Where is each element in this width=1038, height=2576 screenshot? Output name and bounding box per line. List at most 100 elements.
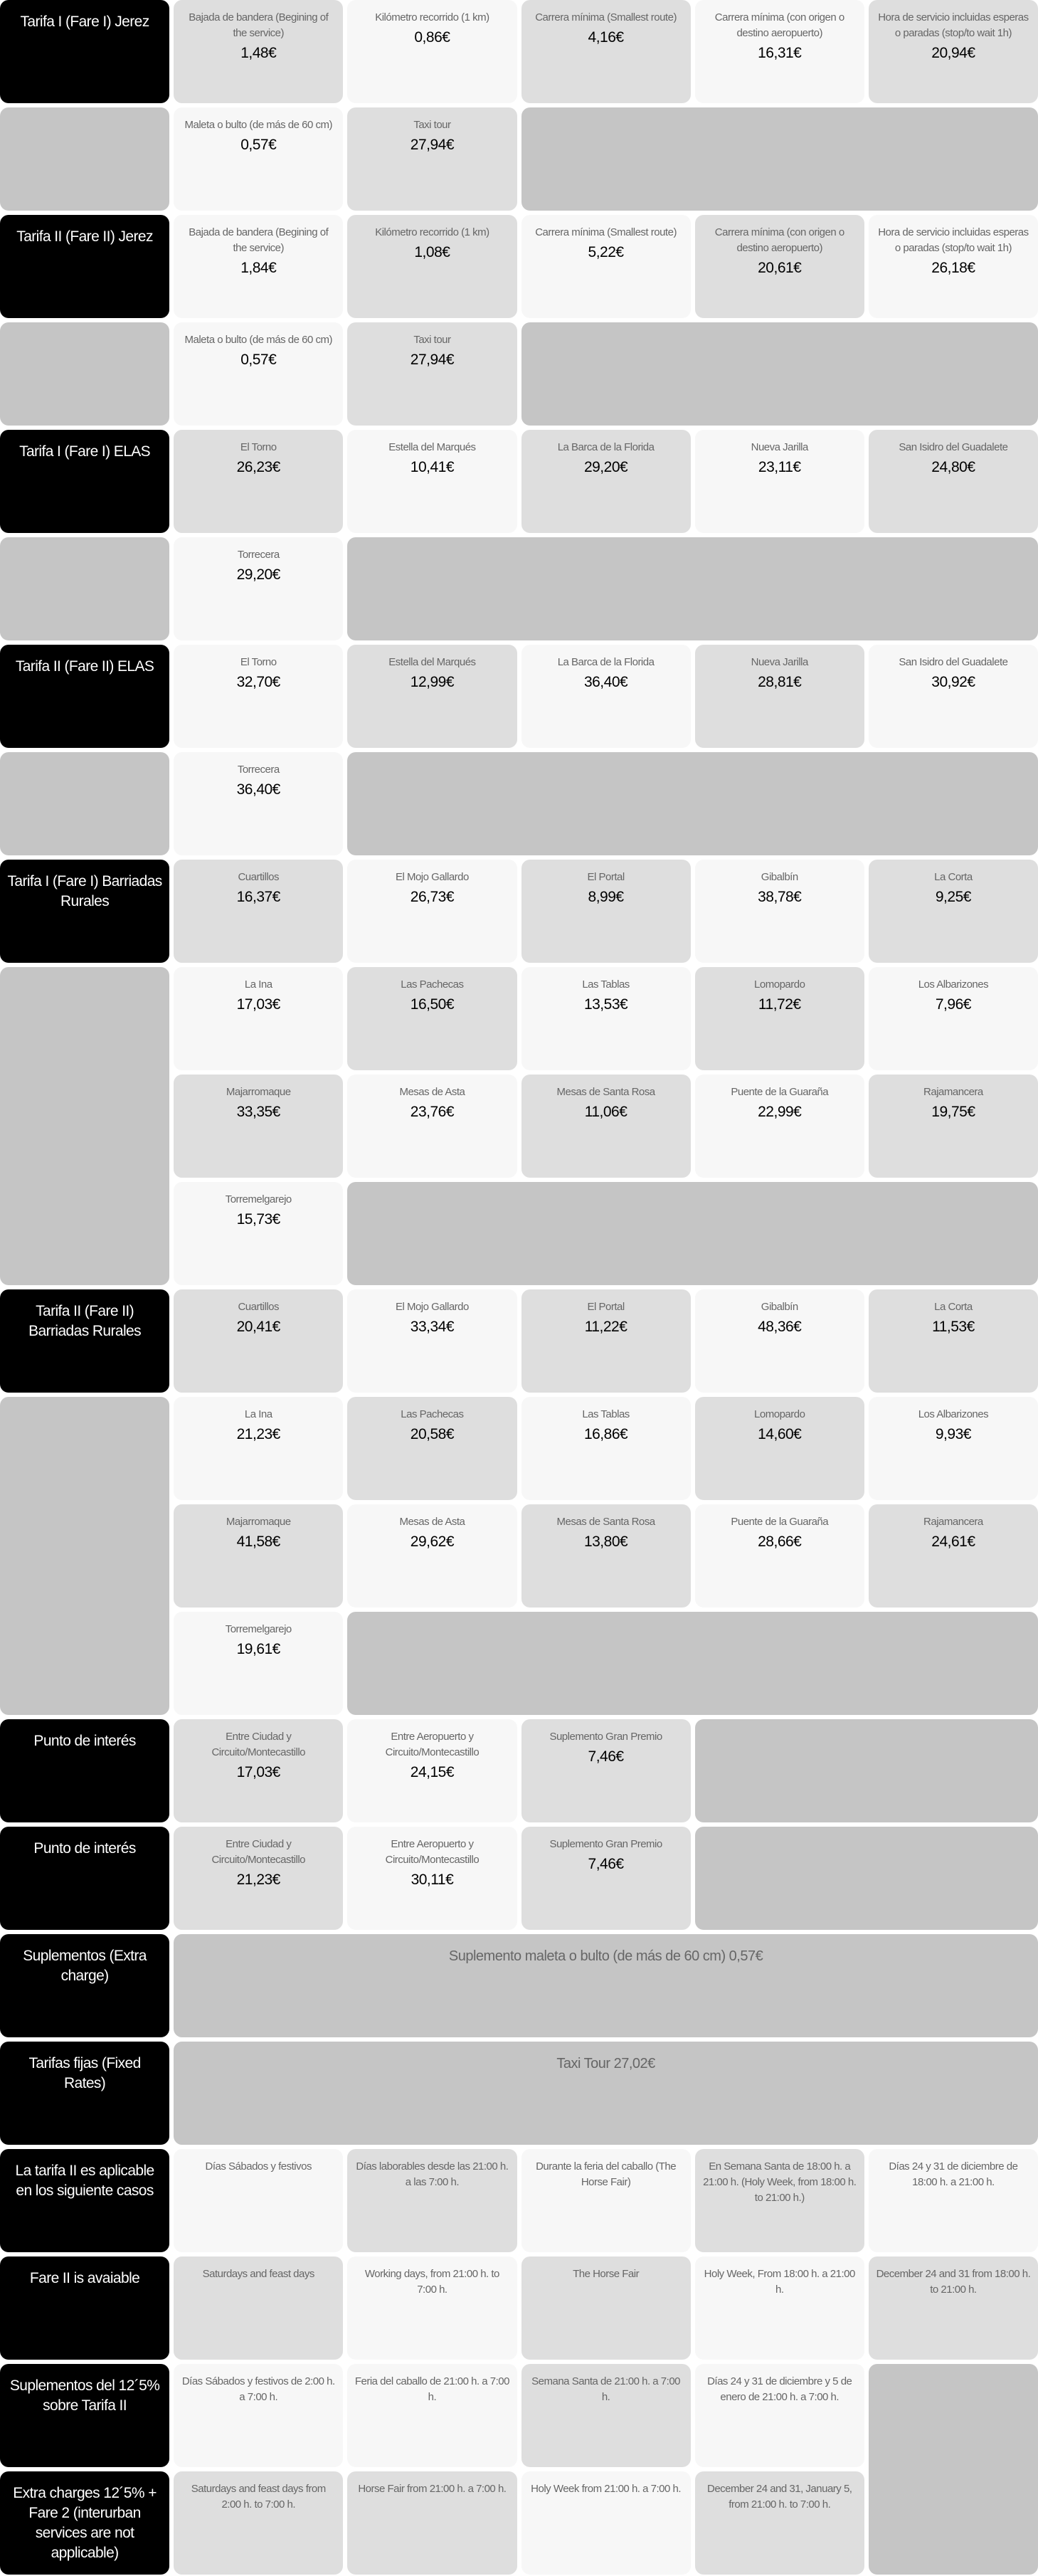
fare-price: 28,81€ [758, 674, 802, 690]
fare-label: Kilómetro recorrido (1 km) [375, 11, 489, 23]
fare-label: Días Sábados y festivos de 2:00 h. a 7:0… [181, 2375, 335, 2403]
group-header: Punto de interés [0, 1827, 170, 1930]
fare-label: Majarromaque [226, 1086, 291, 1098]
fare-cell: Días Sábados y festivos de 2:00 h. a 7:0… [174, 2364, 344, 2467]
fare-cell: Mesas de Asta 29,62€ [347, 1504, 517, 1608]
fare-cell: Carrera mínima (Smallest route) 5,22€ [521, 215, 691, 318]
fare-label: Taxi tour [413, 119, 451, 131]
group-header-continuation [0, 107, 170, 211]
fare-cell: Nueva Jarilla 28,81€ [694, 645, 864, 748]
fare-label: Días laborables desde las 21:00 h. a las… [356, 2160, 509, 2188]
empty-filler [347, 1612, 1038, 1715]
fare-label: Gibalbín [761, 871, 798, 883]
group-header-continuation [0, 967, 170, 1285]
fare-price: 24,61€ [931, 1534, 975, 1550]
empty-filler [868, 2364, 1038, 2575]
fare-price: 16,50€ [410, 996, 455, 1013]
fare-price: 11,72€ [758, 996, 801, 1013]
fare-price: 21,23€ [236, 1426, 281, 1442]
fare-label: Mesas de Santa Rosa [556, 1516, 656, 1528]
fare-label: La Corta [934, 1301, 973, 1313]
fare-price: 24,80€ [931, 459, 975, 475]
fare-price: 7,96€ [935, 996, 972, 1013]
fare-label: Suplemento Gran Premio [549, 1731, 662, 1743]
fare-label: Saturdays and feast days [202, 2268, 315, 2280]
group-header: Punto de interés [0, 1719, 170, 1822]
fare-label: La Barca de la Florida [557, 656, 655, 668]
group-header: Tarifa II (Fare II) ELAS [0, 645, 170, 748]
fare-cell: Taxi tour 27,94€ [347, 107, 517, 211]
group-header: Extra charges 12´5% + Fare 2 (interurban… [0, 2471, 170, 2575]
fare-price: 33,34€ [410, 1319, 455, 1335]
fare-label: San Isidro del Guadalete [899, 656, 1008, 668]
fare-label: Majarromaque [226, 1516, 291, 1528]
fare-label: Las Tablas [582, 978, 630, 991]
fare-label: Durante la feria del caballo (The Horse … [536, 2160, 677, 2188]
fare-label: Hora de servicio incluidas esperas o par… [878, 226, 1029, 254]
fare-cell: Puente de la Guaraña 28,66€ [694, 1504, 864, 1608]
fare-cell: Holy Week, From 18:00 h. a 21:00 h. [694, 2256, 864, 2360]
fare-label: Puente de la Guaraña [731, 1086, 829, 1098]
fare-label: Mesas de Santa Rosa [556, 1086, 656, 1098]
fare-label: Entre Ciudad y Circuito/Montecastillo [211, 1731, 306, 1758]
fare-price: 48,36€ [758, 1319, 802, 1335]
group-header-continuation [0, 752, 170, 855]
empty-filler [521, 322, 1038, 426]
fare-price: 26,23€ [236, 459, 281, 475]
fare-cell: Gibalbín 48,36€ [694, 1289, 864, 1393]
fare-label: December 24 and 31 from 18:00 h. to 21:0… [876, 2268, 1031, 2296]
empty-filler [694, 1719, 1038, 1822]
empty-filler [347, 752, 1038, 855]
fare-label: Nueva Jarilla [751, 441, 809, 453]
fare-cell: Durante la feria del caballo (The Horse … [521, 2149, 691, 2252]
group-header: La tarifa II es aplicable en los siguien… [0, 2149, 170, 2252]
fare-price: 32,70€ [236, 674, 281, 690]
fare-label: San Isidro del Guadalete [899, 441, 1008, 453]
fare-cell: The Horse Fair [521, 2256, 691, 2360]
fare-price: 4,16€ [588, 29, 625, 46]
fare-price: 11,06€ [584, 1104, 627, 1120]
fare-price: 22,99€ [758, 1104, 802, 1120]
fare-label: Carrera mínima (Smallest route) [535, 11, 677, 23]
fare-label: Holy Week, From 18:00 h. a 21:00 h. [704, 2268, 856, 2296]
fare-cell: Working days, from 21:00 h. to 7:00 h. [347, 2256, 517, 2360]
fare-cell: Estella del Marqués 10,41€ [347, 430, 517, 533]
fare-label: Nueva Jarilla [751, 656, 809, 668]
fare-price: 29,20€ [236, 566, 281, 583]
fare-price: 20,41€ [236, 1319, 281, 1335]
fare-cell: Taxi tour 27,94€ [347, 322, 517, 426]
empty-filler [347, 537, 1038, 640]
fare-price: 9,25€ [935, 889, 972, 905]
fare-cell: Kilómetro recorrido (1 km) 1,08€ [347, 215, 517, 318]
fare-cell: Nueva Jarilla 23,11€ [694, 430, 864, 533]
fare-cell: La Ina 21,23€ [174, 1397, 344, 1500]
fare-cell: Saturdays and feast days [174, 2256, 344, 2360]
group-header: Tarifa II (Fare II) Jerez [0, 215, 170, 318]
fare-label: Las Pachecas [401, 1408, 464, 1420]
fare-label: Las Pachecas [401, 978, 464, 991]
fare-label: Torrecera [237, 764, 280, 776]
fare-cell: Los Albarizones 9,93€ [868, 1397, 1038, 1500]
fare-cell: Días 24 y 31 de diciembre de 18:00 h. a … [868, 2149, 1038, 2252]
fare-cell: Las Pachecas 16,50€ [347, 967, 517, 1070]
fare-cell: En Semana Santa de 18:00 h. a 21:00 h. (… [694, 2149, 864, 2252]
fare-cell: Feria del caballo de 21:00 h. a 7:00 h. [347, 2364, 517, 2467]
fare-price: 8,99€ [588, 889, 625, 905]
fare-price: 0,86€ [414, 29, 450, 46]
fare-price: 23,11€ [758, 459, 801, 475]
fare-label: Los Albarizones [918, 978, 989, 991]
fare-cell: Torremelgarejo 19,61€ [174, 1612, 344, 1715]
group-header: Tarifas fijas (Fixed Rates) [0, 2042, 170, 2145]
fare-label: Estella del Marqués [388, 656, 476, 668]
fare-price: 7,46€ [588, 1748, 625, 1765]
fare-price: 7,46€ [588, 1856, 625, 1872]
fare-cell: Suplemento Gran Premio 7,46€ [521, 1719, 691, 1822]
group-header: Tarifa I (Fare I) ELAS [0, 430, 170, 533]
fare-cell: Cuartillos 16,37€ [174, 860, 344, 963]
fare-label: Bajada de bandera (Begining of the servi… [189, 226, 329, 254]
fare-label: El Mojo Gallardo [395, 1301, 469, 1313]
fare-cell: Torrecera 36,40€ [174, 752, 344, 855]
fare-price: 26,18€ [931, 260, 975, 276]
fare-cell: El Portal 11,22€ [521, 1289, 691, 1393]
group-header: Suplementos (Extra charge) [0, 1934, 170, 2037]
